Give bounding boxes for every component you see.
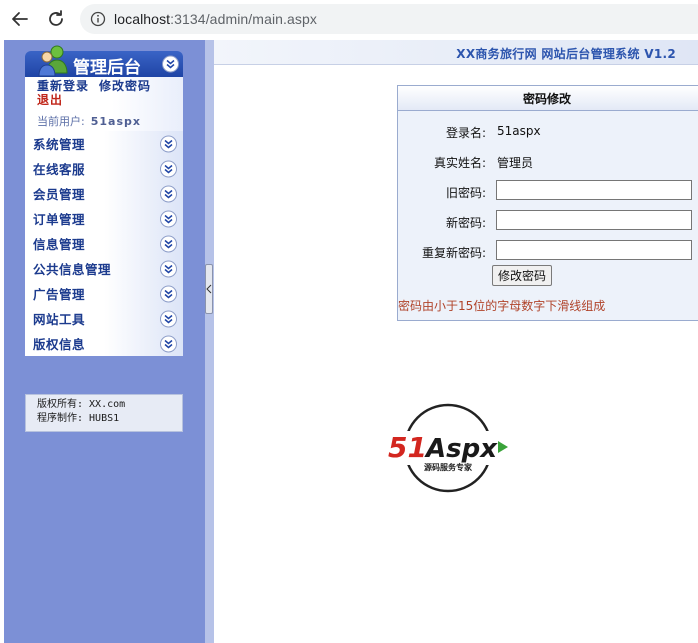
back-button[interactable]: [7, 7, 33, 31]
double-chevron-down-icon: [164, 239, 173, 248]
real-name-row: 真实姓名: 管理员: [398, 150, 698, 172]
current-user-label: 当前用户:: [37, 115, 85, 128]
password-rule-note: 密码由小于15位的字母数字下滑线组成: [398, 299, 606, 313]
menu-item-label: 网站工具: [33, 312, 86, 327]
users-icon: [38, 45, 68, 77]
expand-button[interactable]: [160, 210, 177, 227]
double-chevron-down-icon: [164, 214, 173, 223]
expand-button[interactable]: [160, 160, 177, 177]
logo-aspx: Aspx: [424, 434, 498, 464]
expand-button[interactable]: [160, 235, 177, 252]
double-chevron-down-icon: [164, 139, 173, 148]
menu-item-public-info[interactable]: 公共信息管理: [25, 256, 183, 281]
copyright-owner: 版权所有: XX.com: [37, 399, 126, 410]
reload-icon: [49, 10, 63, 26]
url-text: localhost:3134/admin/main.aspx: [114, 11, 318, 27]
copyright-maker: 程序制作: HUBS1: [37, 413, 120, 424]
admin-page: 管理后台 重新登录 修改密码 退出 当前用户: 51aspx 系统管理 在线客服…: [0, 38, 698, 643]
menu-item-copyright[interactable]: 版权信息: [25, 331, 183, 356]
password-panel-title: 密码修改: [522, 91, 571, 106]
old-password-label: 旧密码:: [445, 186, 486, 200]
expand-button[interactable]: [160, 260, 177, 277]
menu-item-members[interactable]: 会员管理: [25, 181, 183, 206]
menu-list: 系统管理 在线客服 会员管理 订单管理 信息管理 公共信息管理 广告管理 网站工…: [25, 131, 183, 356]
logo-51: 51: [388, 431, 427, 464]
current-user-name: 51aspx: [90, 115, 141, 128]
real-name-value: 管理员: [497, 156, 534, 170]
login-name-value: 51aspx: [497, 124, 541, 138]
site-info-icon[interactable]: [90, 11, 106, 27]
new-password-input[interactable]: [496, 210, 692, 230]
double-chevron-down-icon: [166, 59, 175, 69]
top-bar: XX商务旅行网 网站后台管理系统 V1.2: [214, 40, 698, 65]
double-chevron-down-icon: [164, 264, 173, 273]
menu-item-label: 版权信息: [33, 337, 86, 352]
confirm-password-input[interactable]: [496, 240, 692, 260]
menu-item-label: 订单管理: [33, 212, 86, 227]
system-title: XX商务旅行网 网站后台管理系统 V1.2: [456, 47, 676, 61]
new-password-row: 新密码:: [398, 210, 698, 232]
change-password-button[interactable]: 修改密码: [492, 265, 552, 286]
logout-link[interactable]: 退出: [37, 93, 63, 107]
double-chevron-down-icon: [164, 314, 173, 323]
browser-chrome: localhost:3134/admin/main.aspx: [0, 0, 698, 38]
menu-item-label: 信息管理: [33, 237, 86, 252]
menu-item-ads[interactable]: 广告管理: [25, 281, 183, 306]
splitter-toggle[interactable]: [205, 264, 213, 314]
new-password-label: 新密码:: [445, 216, 486, 230]
back-arrow-icon: [12, 12, 28, 26]
sidebar-menu: 管理后台 重新登录 修改密码 退出 当前用户: 51aspx 系统管理 在线客服…: [25, 45, 183, 394]
menu-item-label: 广告管理: [33, 287, 86, 302]
address-bar[interactable]: localhost:3134/admin/main.aspx: [80, 4, 698, 34]
user-box: 重新登录 修改密码 退出 当前用户: 51aspx: [25, 77, 183, 131]
menu-item-site-tools[interactable]: 网站工具: [25, 306, 183, 331]
menu-item-label: 公共信息管理: [33, 262, 112, 277]
expand-button[interactable]: [160, 335, 177, 352]
menu-item-label: 系统管理: [33, 137, 86, 152]
menu-item-label: 在线客服: [33, 162, 86, 177]
old-password-row: 旧密码:: [398, 180, 698, 202]
menu-item-orders[interactable]: 订单管理: [25, 206, 183, 231]
menu-item-label: 会员管理: [33, 187, 86, 202]
sidebar-title: 管理后台: [73, 58, 141, 78]
51aspx-logo: 51 Aspx 源码服务专家: [388, 403, 512, 493]
triangle-left-icon: [206, 284, 212, 294]
double-chevron-down-icon: [164, 339, 173, 348]
copyright-box: 版权所有: XX.com 程序制作: HUBS1: [25, 394, 183, 432]
login-name-label: 登录名:: [445, 126, 486, 140]
frame-splitter[interactable]: [205, 40, 214, 643]
sidebar-collapse-button[interactable]: [162, 55, 179, 73]
current-user: 当前用户: 51aspx: [37, 113, 183, 129]
reload-button[interactable]: [43, 7, 69, 31]
change-password-link[interactable]: 修改密码: [99, 79, 151, 93]
expand-button[interactable]: [160, 285, 177, 302]
menu-item-system[interactable]: 系统管理: [25, 131, 183, 156]
menu-item-info[interactable]: 信息管理: [25, 231, 183, 256]
logo-tagline: 源码服务专家: [424, 462, 473, 472]
real-name-label: 真实姓名:: [433, 156, 486, 170]
expand-button[interactable]: [160, 135, 177, 152]
double-chevron-down-icon: [164, 189, 173, 198]
expand-button[interactable]: [160, 310, 177, 327]
password-panel-header: 密码修改: [398, 86, 698, 111]
confirm-password-row: 重复新密码:: [398, 240, 698, 262]
double-chevron-down-icon: [164, 289, 173, 298]
confirm-password-label: 重复新密码:: [421, 246, 486, 260]
double-chevron-down-icon: [164, 164, 173, 173]
old-password-input[interactable]: [496, 180, 692, 200]
sidebar-header: 管理后台: [25, 45, 183, 78]
expand-button[interactable]: [160, 185, 177, 202]
login-name-row: 登录名: 51aspx: [398, 120, 698, 142]
menu-item-online-service[interactable]: 在线客服: [25, 156, 183, 181]
relogin-link[interactable]: 重新登录: [37, 79, 89, 93]
